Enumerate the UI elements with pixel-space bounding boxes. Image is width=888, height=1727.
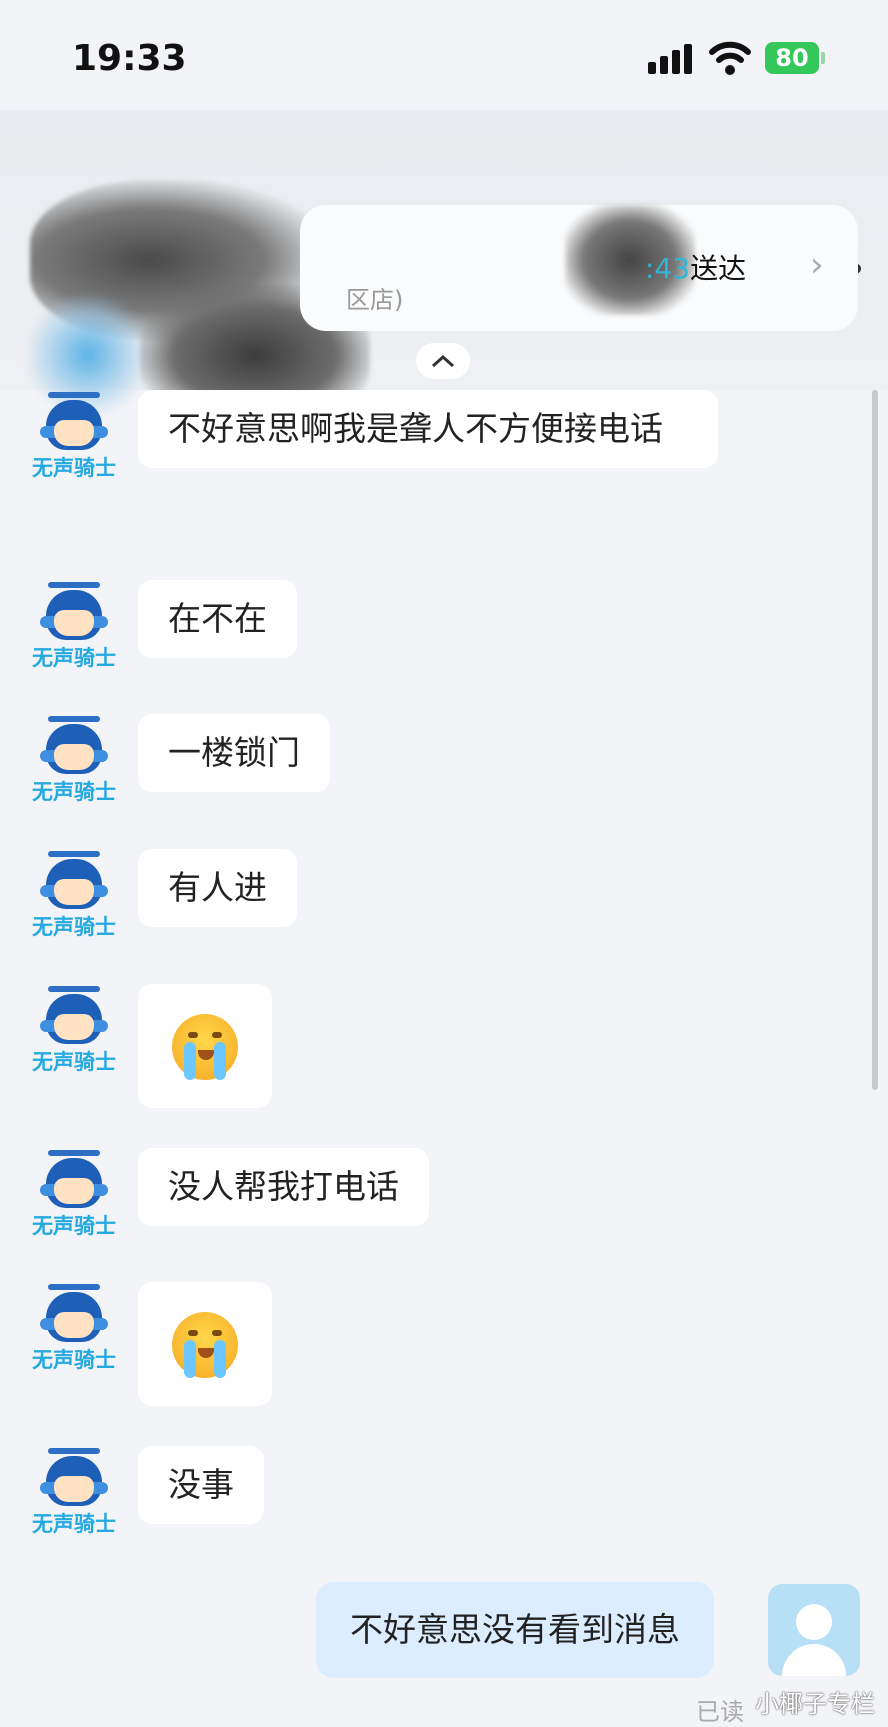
message-bubble[interactable]: 不好意思啊我是聋人不方便接电话 [138,390,718,468]
rider-avatar[interactable]: 无声骑士 [26,714,122,810]
chevron-right-icon[interactable]: › [810,245,824,285]
user-silhouette-icon [796,1604,832,1640]
read-receipt: 已读 [696,1698,744,1726]
rider-avatar-label: 无声骑士 [32,1214,116,1238]
rider-avatar[interactable]: 无声骑士 [26,984,122,1080]
chat-scrollbar[interactable] [872,390,878,1090]
rider-avatar-label: 无声骑士 [32,1348,116,1372]
crying-face-icon [172,1312,238,1378]
status-bar: 19:33 80 [0,0,888,110]
message-bubble[interactable]: 有人进 [138,849,297,927]
battery-cap [821,52,825,64]
rider-avatar[interactable]: 无声骑士 [26,580,122,676]
rider-avatar[interactable]: 无声骑士 [26,1446,122,1542]
rider-avatar-label: 无声骑士 [32,456,116,480]
rider-avatar-label: 无声骑士 [32,780,116,804]
chevron-up-icon [431,354,455,368]
message-bubble[interactable]: 没事 [138,1446,264,1524]
rider-avatar-label: 无声骑士 [32,1050,116,1074]
battery-icon: 80 [765,42,819,74]
rider-avatar[interactable]: 无声骑士 [26,849,122,945]
message-bubble[interactable]: 在不在 [138,580,297,658]
collapse-header-button[interactable] [416,343,470,379]
watermark: 小椰子专栏 [755,1690,875,1718]
wifi-icon [709,41,751,75]
store-name-suffix: 区店) [346,286,404,314]
eta-time: :43 [645,252,691,285]
self-message-text: 不好意思没有看到消息 [350,1610,680,1649]
message-bubble[interactable]: 没人帮我打电话 [138,1148,429,1226]
rider-avatar-label: 无声骑士 [32,915,116,939]
message-text: 没人帮我打电话 [168,1167,399,1206]
battery-level: 80 [775,44,809,72]
message-text: 不好意思啊我是聋人不方便接电话 [168,409,663,448]
message-text: 有人进 [168,868,267,907]
self-avatar[interactable] [768,1584,860,1676]
crying-face-icon [172,1014,238,1080]
emoji-bubble[interactable] [138,1282,272,1406]
order-status-card[interactable]: 区店) :43送达 › [300,205,858,331]
rider-avatar[interactable]: 无声骑士 [26,1148,122,1244]
self-message-bubble[interactable]: 不好意思没有看到消息 [316,1582,714,1678]
rider-avatar-label: 无声骑士 [32,1512,116,1536]
message-text: 没事 [168,1465,234,1504]
rider-avatar-label: 无声骑士 [32,646,116,670]
eta-status: 送达 [690,252,747,285]
rider-avatar[interactable]: 无声骑士 [26,1282,122,1378]
rider-avatar[interactable]: 无声骑士 [26,390,122,486]
message-text: 在不在 [168,599,267,638]
cellular-signal-icon [648,44,694,74]
status-time: 19:33 [72,38,187,79]
message-bubble[interactable]: 一楼锁门 [138,714,330,792]
message-text: 一楼锁门 [168,733,300,772]
delivery-eta: :43送达 [645,247,746,287]
emoji-bubble[interactable] [138,984,272,1108]
